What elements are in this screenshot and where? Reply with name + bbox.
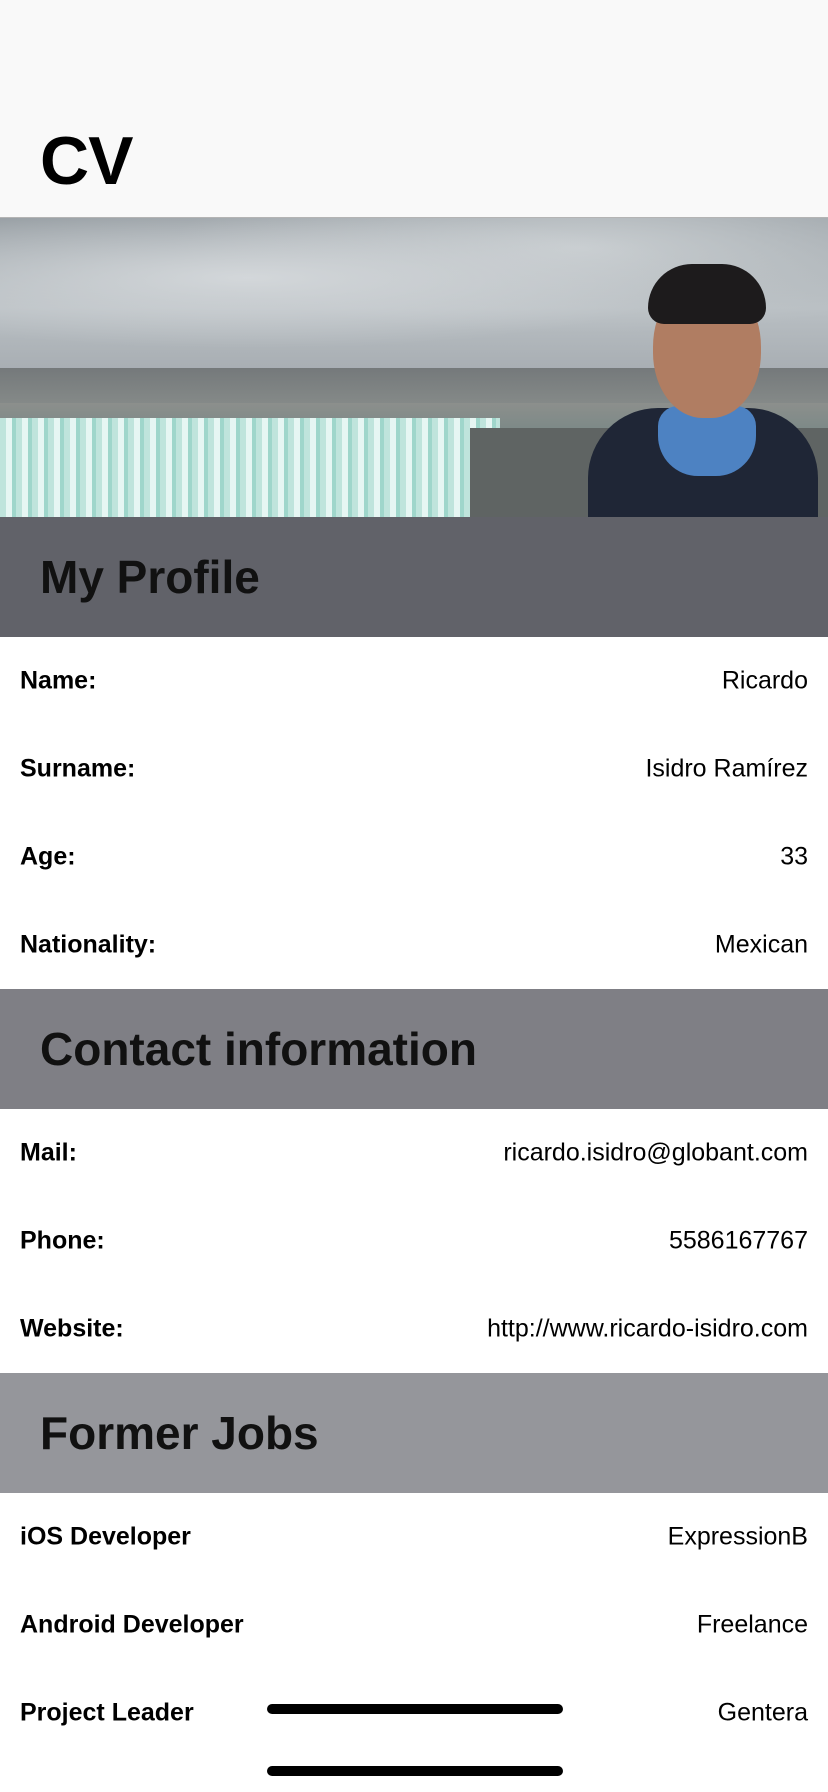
section-title: My Profile bbox=[40, 551, 260, 603]
section-header-contact: Contact information bbox=[0, 989, 828, 1109]
row-value: 33 bbox=[780, 842, 808, 871]
job-company: Gentera bbox=[717, 1698, 808, 1727]
job-company: Freelance bbox=[696, 1610, 808, 1639]
row-label: Surname: bbox=[20, 754, 136, 783]
job-row-ios: iOS Developer ExpressionB bbox=[0, 1493, 828, 1581]
profile-row-age: Age: 33 bbox=[0, 813, 828, 901]
section-header-profile: My Profile bbox=[0, 517, 828, 637]
page-title: CV bbox=[40, 123, 133, 199]
job-company: ExpressionB bbox=[667, 1522, 808, 1551]
job-title: Project Leader bbox=[20, 1698, 194, 1727]
row-label: Name: bbox=[20, 666, 97, 695]
job-title: iOS Developer bbox=[20, 1522, 191, 1551]
row-label: Age: bbox=[20, 842, 76, 871]
profile-hero-image bbox=[0, 218, 828, 517]
job-row-android: Android Developer Freelance bbox=[0, 1581, 828, 1669]
mail-link[interactable]: ricardo.isidro@globant.com bbox=[503, 1139, 808, 1168]
profile-row-name: Name: Ricardo bbox=[0, 637, 828, 725]
row-value: Mexican bbox=[714, 930, 808, 959]
row-label: Nationality: bbox=[20, 930, 157, 959]
job-title: Android Developer bbox=[20, 1610, 244, 1639]
website-link[interactable]: http://www.ricardo-isidro.com bbox=[487, 1315, 808, 1344]
row-value: Isidro Ramírez bbox=[645, 754, 808, 783]
profile-row-surname: Surname: Isidro Ramírez bbox=[0, 725, 828, 813]
waterfall bbox=[0, 418, 500, 517]
phone-link[interactable]: 5586167767 bbox=[669, 1227, 808, 1256]
contact-row-website[interactable]: Website: http://www.ricardo-isidro.com bbox=[0, 1285, 828, 1373]
contact-row-phone[interactable]: Phone: 5586167767 bbox=[0, 1197, 828, 1285]
navigation-bar: CV bbox=[0, 0, 828, 218]
scroll-indicator-bar bbox=[267, 1704, 563, 1714]
row-label: Phone: bbox=[20, 1226, 105, 1255]
row-value: Ricardo bbox=[721, 666, 808, 695]
section-title: Former Jobs bbox=[40, 1407, 319, 1459]
row-label: Mail: bbox=[20, 1138, 77, 1167]
row-label: Website: bbox=[20, 1314, 124, 1343]
contact-row-mail[interactable]: Mail: ricardo.isidro@globant.com bbox=[0, 1109, 828, 1197]
hair bbox=[648, 264, 766, 324]
section-header-jobs: Former Jobs bbox=[0, 1373, 828, 1493]
section-title: Contact information bbox=[40, 1023, 477, 1075]
profile-row-nationality: Nationality: Mexican bbox=[0, 901, 828, 989]
person-portrait bbox=[588, 258, 818, 517]
home-indicator[interactable] bbox=[267, 1766, 563, 1776]
